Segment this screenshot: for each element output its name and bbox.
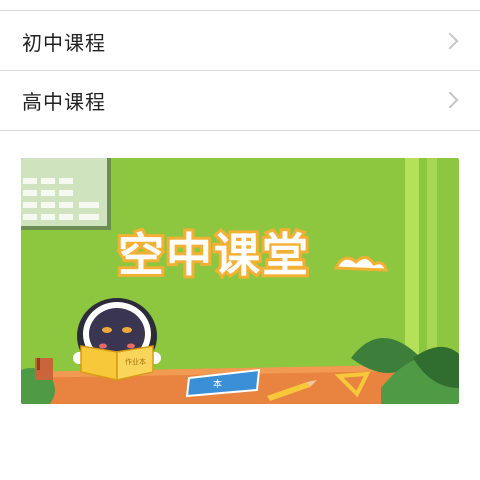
top-divider — [0, 10, 480, 11]
menu-item-junior-high[interactable]: 初中课程 — [0, 12, 480, 70]
menu-item-label: 初中课程 — [22, 30, 106, 55]
chalkboard — [21, 158, 111, 230]
banner-illustration: 空中课堂 作业本 本 — [21, 158, 459, 404]
row-divider — [0, 130, 480, 131]
banner-title: 空中课堂 — [118, 228, 310, 282]
menu-item-senior-high[interactable]: 高中课程 — [0, 71, 480, 129]
menu-item-label: 高中课程 — [22, 89, 106, 114]
notebook-label: 本 — [213, 378, 222, 390]
book-label: 作业本 — [125, 357, 146, 366]
chevron-right-icon — [441, 32, 459, 50]
air-classroom-banner[interactable]: 空中课堂 作业本 本 — [21, 158, 459, 404]
chevron-right-icon — [441, 91, 459, 109]
